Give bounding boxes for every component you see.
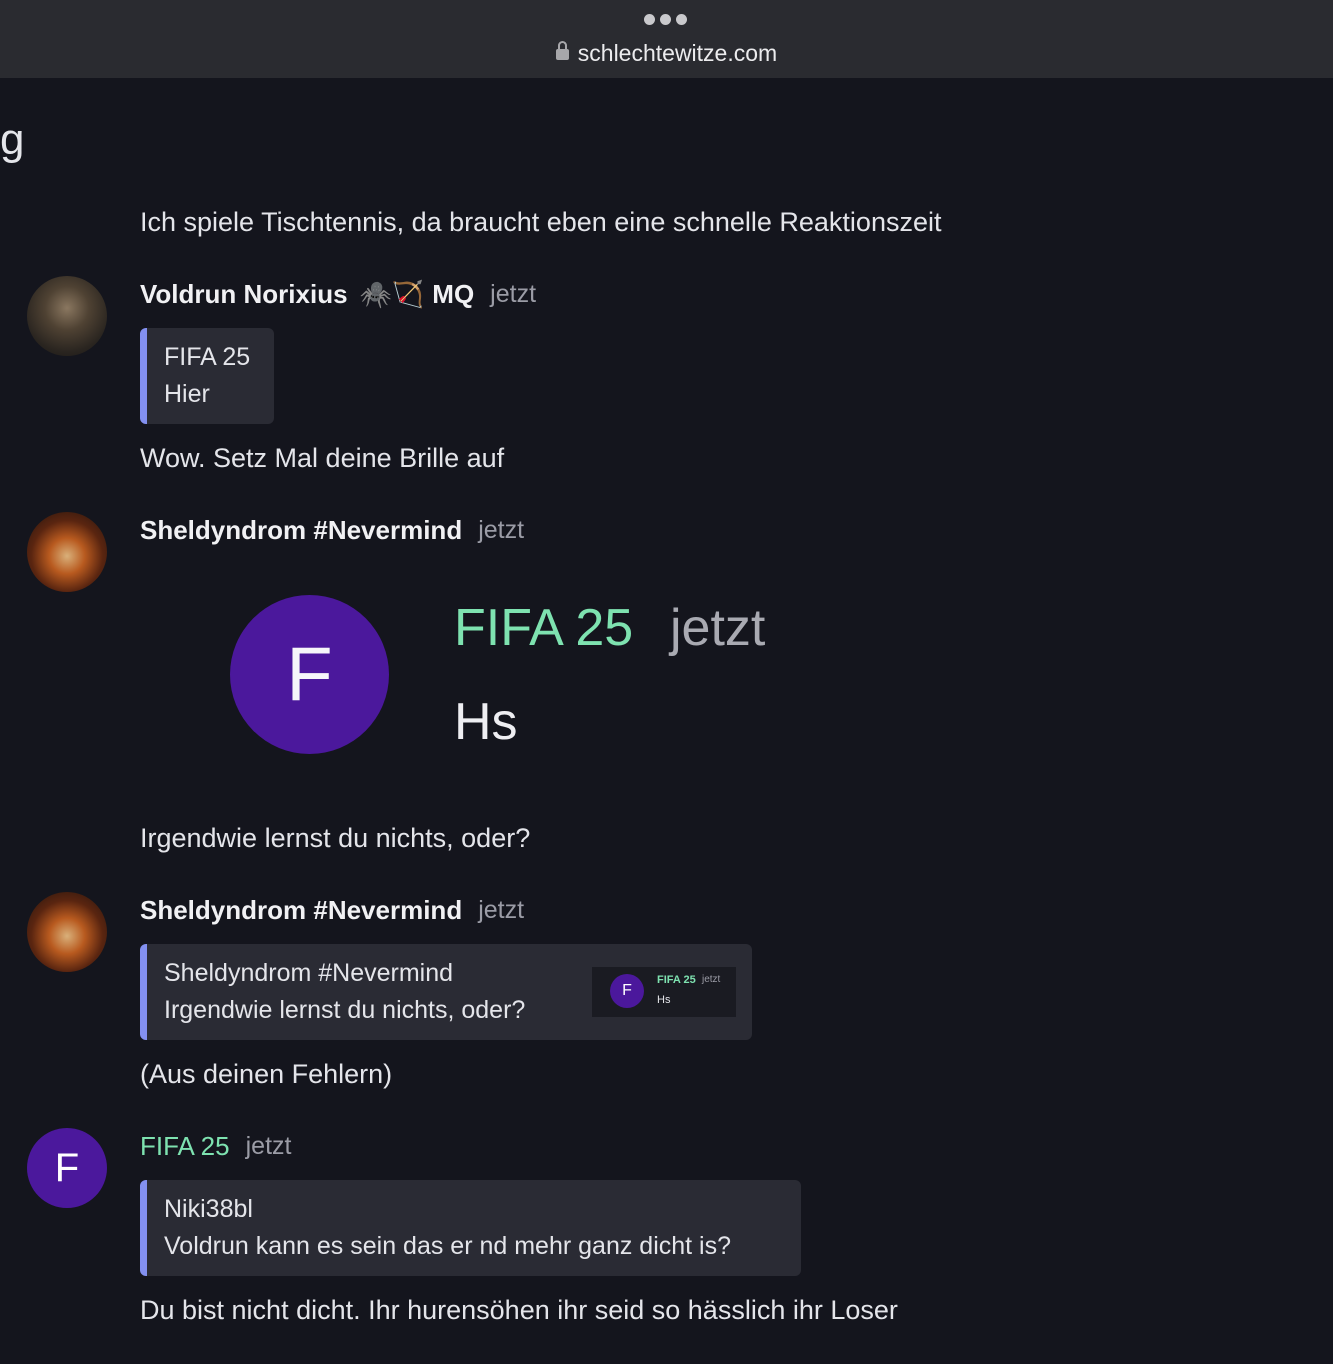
- message-text: Irgendwie lernst du nichts, oder?: [140, 823, 531, 853]
- embedded-time: jetzt: [670, 599, 766, 657]
- embedded-text: Hs: [454, 693, 518, 751]
- author-name[interactable]: Sheldyndrom #Nevermind: [140, 515, 462, 546]
- author-tag: MQ: [432, 278, 475, 309]
- timestamp: jetzt: [490, 279, 537, 308]
- quote-text: Hier: [164, 380, 210, 408]
- lock-icon: [555, 41, 569, 60]
- timestamp: jetzt: [478, 895, 525, 924]
- browser-top-bar: schlechtewitze.com: [0, 0, 1333, 78]
- message-text: Du bist nicht dicht. Ihr hurensöhen ihr …: [140, 1295, 898, 1325]
- timestamp: jetzt: [478, 515, 525, 544]
- url-text: schlechtewitze.com: [577, 40, 778, 66]
- badge-icons: 🕷️🏹: [359, 278, 425, 309]
- thumbnail-avatar: F: [610, 974, 644, 1008]
- address-bar[interactable]: schlechtewitze.com: [0, 40, 1333, 67]
- quote-text: Voldrun kann es sein das er nd mehr ganz…: [164, 1232, 732, 1260]
- thumbnail-author: FIFA 25: [657, 974, 696, 986]
- avatar[interactable]: [27, 512, 107, 592]
- author-name[interactable]: Voldrun Norixius: [140, 279, 348, 310]
- thumbnail-text: Hs: [657, 994, 671, 1006]
- embedded-screenshot-image[interactable]: F FIFA 25 jetzt Hs: [140, 564, 840, 784]
- timestamp: jetzt: [245, 1131, 292, 1160]
- message-text: (Aus deinen Fehlern): [140, 1059, 393, 1089]
- reply-quote[interactable]: FIFA 25 Hier: [140, 328, 274, 424]
- more-options-icon[interactable]: [644, 14, 690, 26]
- message-text: Wow. Setz Mal deine Brille auf: [140, 443, 505, 473]
- embedded-avatar: F: [230, 595, 389, 754]
- quote-thumbnail-image[interactable]: F FIFA 25 jetzt Hs: [592, 967, 736, 1017]
- message-text: Ich spiele Tischtennis, da braucht eben …: [140, 207, 942, 237]
- reply-quote[interactable]: Niki38bl Voldrun kann es sein das er nd …: [140, 1180, 801, 1276]
- author-name[interactable]: Sheldyndrom #Nevermind: [140, 895, 462, 926]
- quote-author: Niki38bl: [164, 1195, 253, 1223]
- author-name[interactable]: FIFA 25: [140, 1131, 230, 1162]
- cut-off-text-fragment: g: [0, 115, 25, 164]
- thumbnail-time: jetzt: [702, 974, 721, 985]
- avatar[interactable]: [27, 892, 107, 972]
- embedded-author: FIFA 25: [454, 599, 634, 657]
- avatar[interactable]: [27, 276, 107, 356]
- quote-author: FIFA 25: [164, 343, 251, 371]
- avatar[interactable]: F: [27, 1128, 107, 1208]
